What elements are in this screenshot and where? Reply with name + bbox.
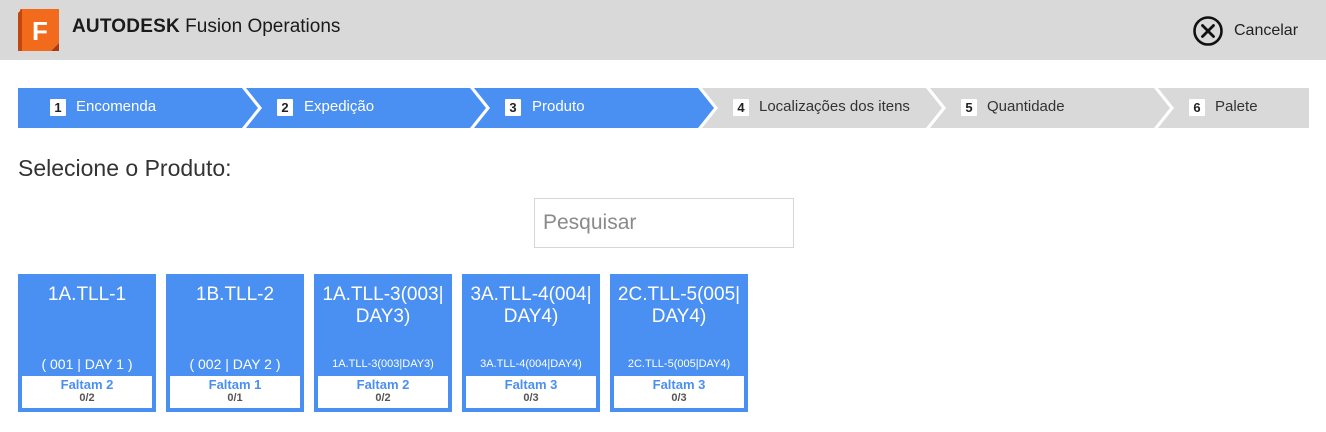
step-number: 6 [1189, 99, 1205, 116]
step-label: Localizações dos itens [759, 98, 910, 115]
fusion-logo-icon: F [18, 9, 61, 51]
step-label: Produto [532, 98, 585, 115]
product-code: 1A.TLL-3(003|DAY3) [332, 358, 434, 370]
page-title: Selecione o Produto: [18, 155, 232, 181]
product-card[interactable]: 1B.TLL-2 ( 002 | DAY 2 ) Faltam 1 0/1 [166, 274, 304, 412]
step-label: Encomenda [76, 98, 157, 115]
step-label: Expedição [304, 98, 375, 115]
step-quantidade[interactable]: 5 Quantidade [930, 88, 1170, 128]
step-expedicao[interactable]: 2 Expedição [246, 88, 486, 128]
product-status: Faltam 2 0/2 [22, 376, 152, 408]
app-header: F AUTODESK Fusion Operations Cancelar [0, 0, 1326, 60]
progress-count: 0/2 [375, 392, 391, 404]
step-label: Quantidade [987, 98, 1065, 115]
app-title: AUTODESK Fusion Operations [72, 16, 340, 38]
product-code: ( 001 | DAY 1 ) [41, 356, 133, 372]
progress-count: 0/3 [523, 392, 539, 404]
product-name: Fusion Operations [185, 16, 341, 37]
cancel-label: Cancelar [1234, 22, 1299, 39]
product-code: ( 002 | DAY 2 ) [189, 356, 281, 372]
product-card[interactable]: 1A.TLL-3(003|DAY3) 1A.TLL-3(003|DAY3) Fa… [314, 274, 452, 412]
product-code: 2C.TLL-5(005|DAY4) [627, 358, 731, 370]
step-localizacoes[interactable]: 4 Localizações dos itens [702, 88, 942, 128]
missing-label: Faltam 3 [652, 377, 706, 392]
progress-count: 0/2 [79, 392, 95, 404]
step-number: 4 [733, 99, 749, 116]
missing-label: Faltam 3 [504, 377, 558, 392]
step-encomenda[interactable]: 1 Encomenda [18, 88, 258, 128]
missing-label: Faltam 2 [356, 377, 410, 392]
product-status: Faltam 1 0/1 [170, 376, 300, 408]
product-status: Faltam 2 0/2 [318, 376, 448, 408]
product-card[interactable]: 1A.TLL-1 ( 001 | DAY 1 ) Faltam 2 0/2 [18, 274, 156, 412]
step-palete[interactable]: 6 Palete [1158, 88, 1309, 128]
product-name: 1A.TLL-3(003|DAY3) [322, 284, 444, 327]
missing-label: Faltam 2 [60, 377, 114, 392]
progress-count: 0/3 [671, 392, 687, 404]
wizard-stepper: 1 Encomenda 2 Expedição 3 Produto 4 Loca… [18, 88, 1309, 128]
product-name: 1B.TLL-2 [195, 284, 275, 305]
step-produto[interactable]: 3 Produto [474, 88, 714, 128]
product-card[interactable]: 2C.TLL-5(005|DAY4) 2C.TLL-5(005|DAY4) Fa… [610, 274, 748, 412]
product-status: Faltam 3 0/3 [614, 376, 744, 408]
step-number: 3 [505, 99, 521, 116]
progress-count: 0/1 [227, 392, 243, 404]
missing-label: Faltam 1 [208, 377, 262, 392]
product-code: 3A.TLL-4(004|DAY4) [480, 358, 582, 370]
brand-name: AUTODESK [72, 16, 180, 37]
close-circle-icon [1193, 16, 1223, 46]
step-number: 5 [961, 99, 977, 116]
search-input[interactable] [534, 198, 794, 248]
step-label: Palete [1215, 98, 1258, 115]
product-status: Faltam 3 0/3 [466, 376, 596, 408]
product-name: 1A.TLL-1 [47, 284, 127, 305]
logo-letter: F [32, 16, 48, 46]
cancel-button[interactable]: Cancelar [1192, 14, 1298, 48]
product-name: 2C.TLL-5(005|DAY4) [617, 284, 741, 327]
product-card[interactable]: 3A.TLL-4(004|DAY4) 3A.TLL-4(004|DAY4) Fa… [462, 274, 600, 412]
product-name: 3A.TLL-4(004|DAY4) [470, 284, 592, 327]
step-number: 2 [277, 99, 293, 116]
step-number: 1 [50, 99, 66, 116]
